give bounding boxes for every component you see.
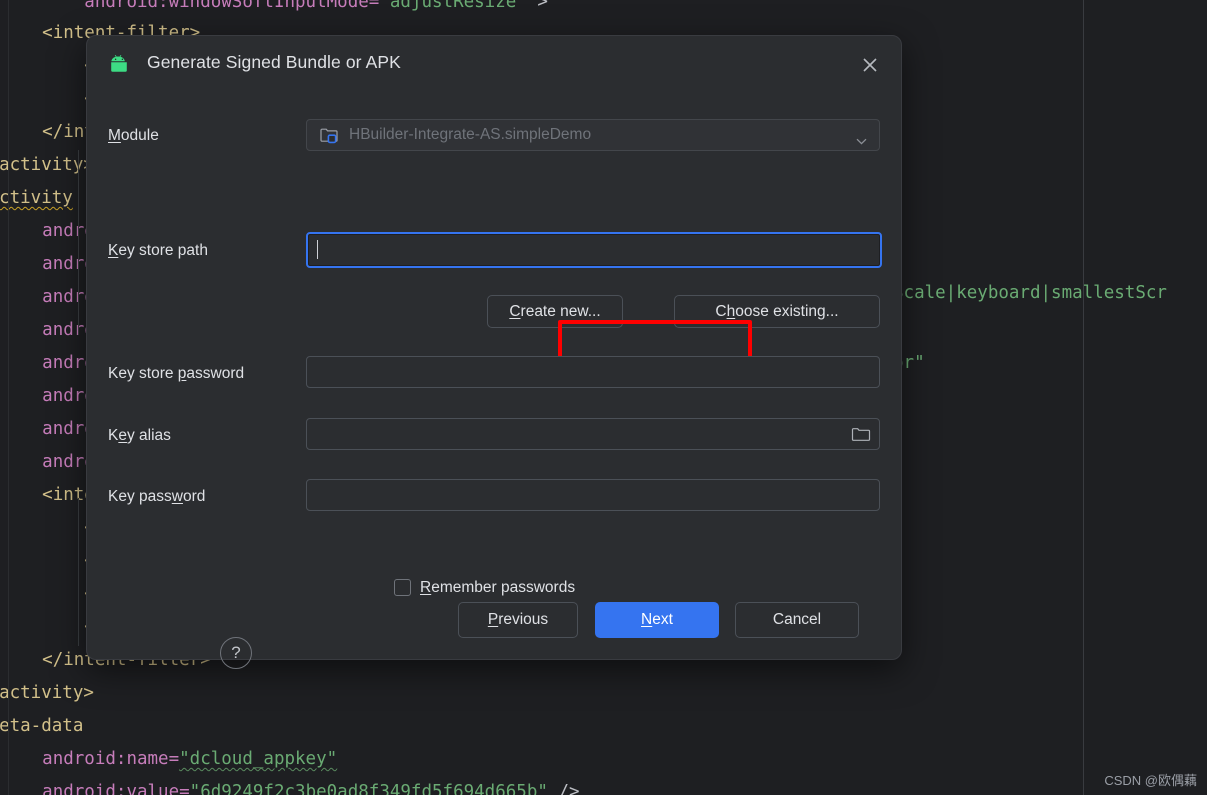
key-password-input[interactable] — [306, 479, 880, 511]
code-line: </activity> — [0, 677, 1185, 710]
generate-signed-bundle-dialog: Generate Signed Bundle or APK Module HBu… — [86, 35, 902, 669]
key-store-password-input[interactable] — [306, 356, 880, 388]
key-password-label: Key password — [108, 488, 206, 505]
key-store-path-label-text: ey store path — [118, 242, 208, 259]
right-margin-guide — [1083, 0, 1084, 795]
previous-button[interactable]: Previous — [458, 602, 578, 638]
remember-passwords-label[interactable]: Remember passwords — [420, 579, 575, 597]
dialog-titlebar: Generate Signed Bundle or APK — [87, 36, 901, 94]
code-token: > — [526, 0, 548, 12]
code-token: "6d9249f2c3be0ad8f349fd5f694d665b" — [189, 782, 548, 795]
code-line: <meta-data — [0, 710, 1185, 743]
choose-existing-label: Choose existing... — [715, 302, 839, 320]
code-token: <meta-data — [0, 716, 84, 736]
code-token: android:name= — [42, 749, 180, 769]
text-caret — [317, 240, 318, 259]
create-new-button[interactable]: Create new... — [487, 295, 623, 328]
ka-b: y alias — [126, 427, 171, 444]
rp-rest: emember passwords — [431, 579, 576, 596]
code-line: android:windowSoftInputMode="adjustResiz… — [0, 0, 1207, 19]
remember-passwords-checkbox[interactable] — [394, 579, 411, 596]
code-line: android:name="dcloud_appkey" — [0, 743, 1207, 776]
screen: android:windowSoftInputMode="adjustResiz… — [0, 0, 1207, 795]
previous-label: Previous — [487, 611, 549, 628]
gutter-edge — [8, 0, 9, 795]
create-new-label: Create new... — [509, 302, 601, 320]
key-alias-input[interactable] — [306, 418, 880, 450]
ka-a: K — [108, 427, 119, 444]
code-line: android:value="6d9249f2c3be0ad8f349fd5f6… — [0, 776, 1207, 795]
cancel-label: Cancel — [772, 611, 822, 628]
module-combobox[interactable]: HBuilder-Integrate-AS.simpleDemo — [306, 119, 880, 151]
indent-guide — [78, 150, 79, 335]
code-token: </activity> — [0, 155, 94, 175]
module-folder-icon — [320, 127, 339, 144]
key-store-password-label: Key store password — [108, 365, 245, 382]
key-store-path-input[interactable] — [306, 232, 882, 268]
indent-guide-lower — [78, 498, 79, 646]
ksp-a: Key store — [108, 365, 178, 382]
android-robot-icon — [108, 54, 130, 75]
kp-b: ord — [182, 488, 206, 505]
help-label: ? — [231, 643, 241, 662]
code-token: /> — [547, 782, 580, 795]
next-label: Next — [641, 611, 673, 628]
module-value: HBuilder-Integrate-AS.simpleDemo — [349, 126, 592, 143]
choose-existing-button[interactable]: Choose existing... — [674, 295, 880, 328]
code-token: "dcloud_appkey" — [179, 749, 338, 769]
code-token: </activity> — [0, 683, 94, 703]
key-alias-label: Key alias — [108, 427, 171, 444]
module-label: Module — [108, 127, 159, 144]
folder-icon[interactable] — [851, 426, 871, 444]
code-token: <activity — [0, 188, 73, 208]
code-line: Scale|keyboard|smallestScr — [893, 283, 1167, 303]
code-token: android:windowSoftInputMode= — [84, 0, 380, 12]
question-mark-icon[interactable]: ? — [220, 637, 252, 669]
code-token: "adjustResize" — [379, 0, 527, 12]
next-button[interactable]: Next — [595, 602, 719, 638]
key-store-path-label: Key store path — [108, 242, 208, 259]
close-icon[interactable] — [855, 50, 885, 80]
code-token: android:value= — [42, 782, 190, 795]
module-label-text: odule — [120, 127, 159, 144]
ksp-b: assword — [186, 365, 245, 382]
dialog-title: Generate Signed Bundle or APK — [147, 52, 401, 72]
kp-a: Key pass — [108, 488, 172, 505]
watermark: CSDN @欧偶藕 — [1104, 773, 1197, 788]
chevron-down-icon[interactable] — [856, 132, 867, 145]
cancel-button[interactable]: Cancel — [735, 602, 859, 638]
